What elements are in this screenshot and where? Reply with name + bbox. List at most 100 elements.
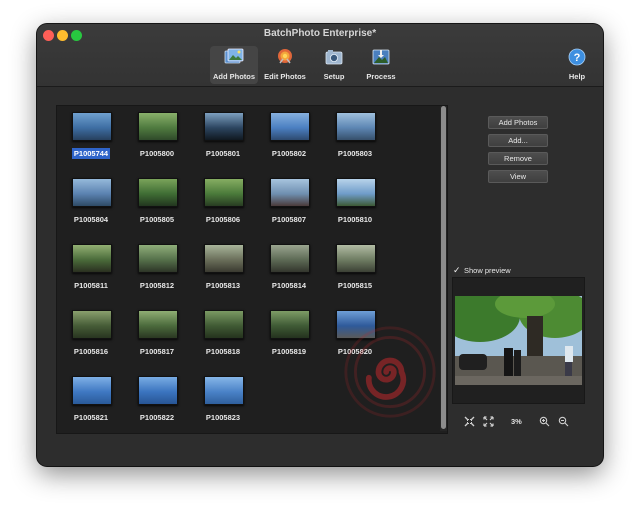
- photo-thumbnail[interactable]: P1005816: [61, 308, 121, 356]
- photo-thumbnail-image: [138, 310, 178, 339]
- photo-thumbnail[interactable]: P1005800: [127, 110, 187, 158]
- photo-thumbnail[interactable]: P1005807: [259, 176, 319, 224]
- photo-thumbnail-label: P1005811: [74, 281, 108, 290]
- zoom-in-icon[interactable]: [539, 416, 550, 427]
- photo-thumbnail-label: P1005822: [139, 413, 175, 422]
- window-title: BatchPhoto Enterprise*: [263, 28, 377, 39]
- photo-thumbnail-image: [270, 178, 310, 207]
- photo-thumbnail-label: P1005805: [139, 215, 175, 224]
- photo-thumbnail-image: [336, 112, 376, 141]
- photo-thumbnail-label: P1005820: [337, 347, 373, 356]
- photo-grid-scrollbar-thumb[interactable]: [441, 106, 446, 429]
- photo-thumbnail[interactable]: P1005744: [61, 110, 121, 159]
- photo-thumbnail-label: P1005823: [205, 413, 241, 422]
- preview-panel: [452, 277, 585, 404]
- photo-thumbnail-label: P1005815: [337, 281, 373, 290]
- photo-thumbnail-image: [204, 376, 244, 405]
- process-icon: [372, 49, 390, 65]
- toolbar-add-photos-label: Add Photos: [212, 72, 256, 81]
- photo-thumbnail-image: [204, 310, 244, 339]
- photo-thumbnail-label: P1005813: [205, 281, 241, 290]
- svg-text:?: ?: [574, 52, 581, 64]
- photo-thumbnail-label: P1005800: [139, 149, 175, 158]
- photo-thumbnail-label: P1005803: [337, 149, 373, 158]
- photo-thumbnail-image: [336, 244, 376, 273]
- zoom-level: 3%: [511, 417, 522, 426]
- photo-thumbnail-label: P1005801: [205, 149, 241, 158]
- photo-thumbnail[interactable]: P1005814: [259, 242, 319, 290]
- photo-thumbnail-image: [138, 244, 178, 273]
- photo-thumbnail[interactable]: P1005801: [193, 110, 253, 158]
- add-button[interactable]: Add...: [488, 134, 548, 147]
- photo-thumbnail-image: [72, 178, 112, 207]
- toolbar-setup-button[interactable]: Setup: [317, 46, 351, 84]
- photo-thumbnail-label: P1005802: [271, 149, 307, 158]
- photo-thumbnail[interactable]: P1005810: [325, 176, 385, 224]
- photo-thumbnail[interactable]: P1005812: [127, 242, 187, 290]
- photo-thumbnail[interactable]: P1005805: [127, 176, 187, 224]
- photo-thumbnail-image: [72, 376, 112, 405]
- checkmark-icon: ✓: [453, 265, 461, 275]
- app-window: BatchPhoto Enterprise* Add Photos Edit P…: [37, 24, 603, 466]
- title-bar: BatchPhoto Enterprise* Add Photos Edit P…: [37, 24, 603, 87]
- photo-thumbnail[interactable]: P1005806: [193, 176, 253, 224]
- photo-thumbnail[interactable]: P1005802: [259, 110, 319, 158]
- photo-thumbnail-image: [138, 112, 178, 141]
- add-photos-button[interactable]: Add Photos: [488, 116, 548, 129]
- actual-size-icon[interactable]: [483, 416, 494, 427]
- photo-thumbnail-label: P1005819: [271, 347, 307, 356]
- photo-thumbnail-image: [270, 244, 310, 273]
- photo-thumbnail[interactable]: P1005811: [61, 242, 121, 290]
- photo-thumbnail-image: [138, 376, 178, 405]
- photo-thumbnail[interactable]: P1005803: [325, 110, 385, 158]
- photo-thumbnail-label: P1005817: [139, 347, 175, 356]
- toolbar-process-button[interactable]: Process: [363, 46, 399, 84]
- fit-to-window-icon[interactable]: [464, 416, 475, 427]
- toolbar-setup-label: Setup: [323, 72, 345, 81]
- photo-thumbnail-image: [72, 310, 112, 339]
- photo-thumbnail-image: [336, 178, 376, 207]
- photo-thumbnail-label: P1005806: [205, 215, 241, 224]
- toolbar-help-button[interactable]: ? Help: [563, 46, 591, 84]
- photo-thumbnail[interactable]: P1005821: [61, 374, 121, 422]
- photo-thumbnail[interactable]: P1005817: [127, 308, 187, 356]
- toolbar-process-label: Process: [366, 72, 396, 81]
- photo-thumbnail[interactable]: P1005804: [61, 176, 121, 224]
- photo-thumbnail[interactable]: P1005823: [193, 374, 253, 422]
- photo-thumbnail-image: [270, 310, 310, 339]
- show-preview-label: Show preview: [464, 266, 511, 275]
- setup-icon: [325, 50, 343, 65]
- photo-thumbnail[interactable]: P1005820: [325, 308, 385, 356]
- photo-thumbnail-image: [204, 178, 244, 207]
- photo-thumbnail[interactable]: P1005818: [193, 308, 253, 356]
- photo-thumbnail-label: P1005744: [71, 148, 111, 159]
- preview-image: [455, 296, 582, 385]
- photo-thumbnail-label: P1005804: [73, 215, 109, 224]
- photo-thumbnail-image: [204, 112, 244, 141]
- toolbar-add-photos-button[interactable]: Add Photos: [210, 46, 258, 84]
- add-photos-icon: [224, 48, 244, 64]
- photo-thumbnail-label: P1005816: [73, 347, 109, 356]
- zoom-out-icon[interactable]: [558, 416, 569, 427]
- view-button[interactable]: View: [488, 170, 548, 183]
- edit-photos-icon: [278, 49, 292, 64]
- help-icon: ?: [568, 48, 586, 66]
- photo-thumbnail[interactable]: P1005813: [193, 242, 253, 290]
- photo-thumbnail-label: P1005812: [139, 281, 175, 290]
- photo-thumbnail-image: [204, 244, 244, 273]
- photo-thumbnail-image: [72, 244, 112, 273]
- toolbar-edit-photos-button[interactable]: Edit Photos: [262, 46, 308, 84]
- photo-thumbnail-label: P1005818: [205, 347, 241, 356]
- photo-thumbnail[interactable]: P1005815: [325, 242, 385, 290]
- toolbar-edit-photos-label: Edit Photos: [264, 72, 306, 81]
- photo-thumbnail[interactable]: P1005822: [127, 374, 187, 422]
- photo-thumbnail-label: P1005810: [337, 215, 373, 224]
- photo-thumbnail-image: [138, 178, 178, 207]
- photo-thumbnail-label: P1005814: [271, 281, 307, 290]
- photo-thumbnail-label: P1005821: [73, 413, 109, 422]
- photo-thumbnail-image: [72, 112, 112, 141]
- remove-button[interactable]: Remove: [488, 152, 548, 165]
- photo-thumbnail[interactable]: P1005819: [259, 308, 319, 356]
- photo-thumbnail-image: [270, 112, 310, 141]
- toolbar-help-label: Help: [568, 72, 586, 81]
